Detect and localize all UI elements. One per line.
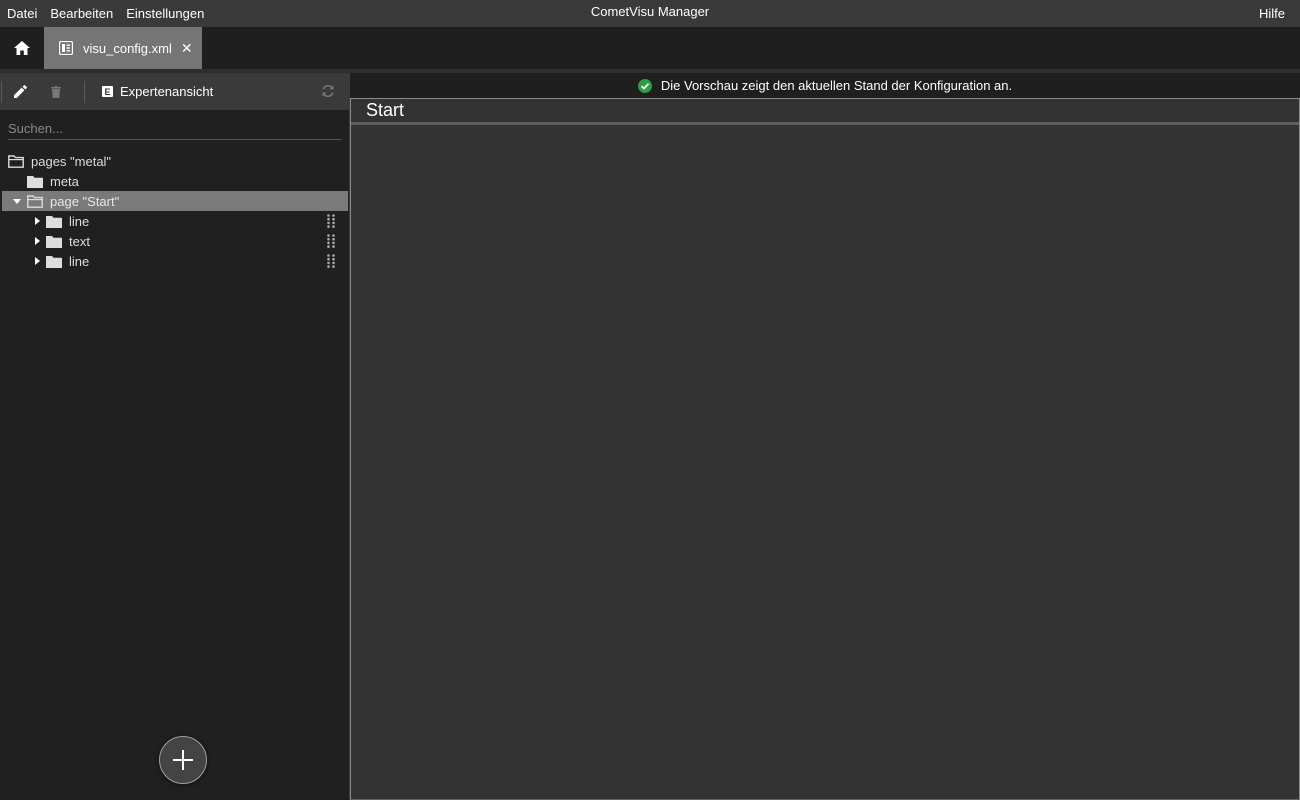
tree-node-text[interactable]: text <box>0 231 349 251</box>
menu-einstellungen[interactable]: Einstellungen <box>119 6 210 21</box>
drag-handle-icon[interactable] <box>327 234 335 248</box>
caret-right-icon[interactable] <box>32 216 42 226</box>
menu-hilfe[interactable]: Hilfe <box>1252 0 1291 27</box>
tree-node-line[interactable]: line <box>0 211 349 231</box>
folder-icon <box>46 235 62 248</box>
preview-status-text: Die Vorschau zeigt den aktuellen Stand d… <box>660 78 1013 93</box>
preview-panel: Die Vorschau zeigt den aktuellen Stand d… <box>350 73 1300 800</box>
menu-bearbeiten[interactable]: Bearbeiten <box>43 6 119 21</box>
caret-right-icon[interactable] <box>32 236 42 246</box>
drag-handle-icon[interactable] <box>327 254 335 268</box>
structure-panel: E Expertenansicht pages "metal" <box>0 73 350 800</box>
document-icon <box>59 41 73 55</box>
close-icon[interactable]: ✕ <box>181 41 193 55</box>
check-circle-icon <box>637 78 652 93</box>
tree-node-line[interactable]: line <box>0 251 349 271</box>
search-input[interactable] <box>8 117 338 136</box>
folder-icon <box>46 255 62 268</box>
tree-node-label: pages "metal" <box>31 153 112 169</box>
toolbar-separator <box>84 80 85 103</box>
tree-node-page-start[interactable]: page "Start" <box>2 191 348 211</box>
refresh-button[interactable] <box>321 84 335 101</box>
tab-label: visu_config.xml <box>83 40 172 56</box>
edit-button[interactable] <box>2 73 38 110</box>
drag-handle-icon[interactable] <box>327 214 335 228</box>
tree-node-label: line <box>69 213 90 229</box>
tree-node-pages[interactable]: pages "metal" <box>0 151 349 171</box>
folder-icon <box>46 215 62 228</box>
folder-open-icon <box>8 154 24 168</box>
menu-bar: Datei Bearbeiten Einstellungen CometVisu… <box>0 0 1300 27</box>
caret-down-icon[interactable] <box>12 196 22 206</box>
preview-frame[interactable]: Start <box>350 98 1300 800</box>
tree-node-label: line <box>69 253 90 269</box>
expert-view-label: Expertenansicht <box>120 84 214 99</box>
caret-right-icon[interactable] <box>32 256 42 266</box>
menu-datei[interactable]: Datei <box>0 6 43 21</box>
plus-icon <box>173 750 193 770</box>
home-icon <box>14 40 30 55</box>
preview-status: Die Vorschau zeigt den aktuellen Stand d… <box>350 73 1300 98</box>
folder-open-icon <box>27 194 43 208</box>
tree-node-label: text <box>69 233 90 249</box>
add-element-button[interactable] <box>159 736 207 784</box>
delete-button[interactable] <box>38 73 74 110</box>
tab-visu-config[interactable]: visu_config.xml ✕ <box>44 27 202 69</box>
tree-node-label: page "Start" <box>50 193 120 209</box>
expert-view-button[interactable]: E Expertenansicht <box>102 84 213 99</box>
structure-tree: pages "metal" meta page "Start" line tex… <box>0 151 349 271</box>
page-title: Start <box>366 100 405 120</box>
pencil-icon <box>13 85 27 98</box>
expert-icon: E <box>102 86 113 97</box>
tree-node-meta[interactable]: meta <box>0 171 349 191</box>
refresh-icon <box>322 85 334 97</box>
page-header: Start <box>351 99 1299 125</box>
home-button[interactable] <box>0 27 44 69</box>
structure-toolbar: E Expertenansicht <box>0 73 349 110</box>
tab-bar: visu_config.xml ✕ <box>0 27 1300 73</box>
trash-icon <box>51 85 61 98</box>
search-field <box>8 117 342 140</box>
tree-node-label: meta <box>50 173 79 189</box>
folder-icon <box>27 175 43 188</box>
